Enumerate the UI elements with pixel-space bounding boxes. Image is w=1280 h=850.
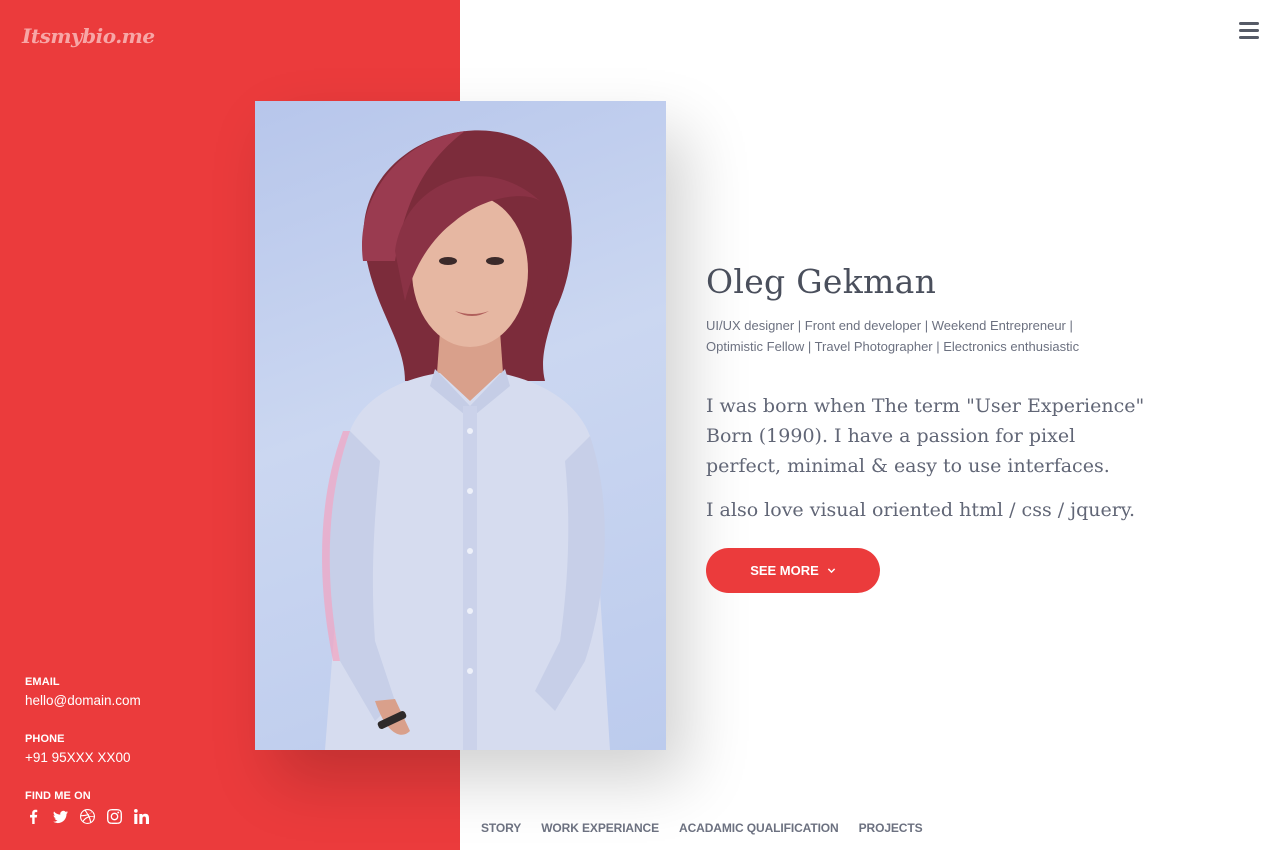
person-illustration (322, 130, 610, 750)
contact-phone: PHONE +91 95XXX XX00 (25, 733, 130, 765)
contact-social: FIND ME ON (25, 790, 149, 824)
contact-email: EMAIL hello@domain.com (25, 676, 141, 708)
profile-intro: I was born when The term "User Experienc… (706, 395, 1145, 477)
linkedin-icon[interactable] (133, 808, 149, 824)
twitter-icon[interactable] (52, 808, 68, 824)
phone-value[interactable]: +91 95XXX XX00 (25, 750, 130, 765)
section-nav: STORY WORK EXPERIANCE ACADAMIC QUALIFICA… (481, 821, 923, 835)
profile-intro-secondary: I also love visual oriented html / css /… (706, 499, 1136, 521)
email-value[interactable]: hello@domain.com (25, 693, 141, 708)
profile-name: Oleg Gekman (706, 262, 937, 301)
find-me-label: FIND ME ON (25, 790, 91, 802)
nav-item-work-experience[interactable]: WORK EXPERIANCE (541, 821, 659, 835)
email-label: EMAIL (25, 676, 60, 688)
see-more-button[interactable]: SEE MORE (706, 548, 880, 593)
profile-section: Oleg Gekman UI/UX designer | Front end d… (706, 262, 1156, 525)
profile-tagline: UI/UX designer | Front end developer | W… (706, 318, 1080, 354)
instagram-icon[interactable] (106, 808, 122, 824)
facebook-icon[interactable] (25, 808, 41, 824)
nav-item-academic-qualification[interactable]: ACADAMIC QUALIFICATION (679, 821, 839, 835)
chevron-down-icon (827, 568, 835, 574)
dribbble-icon[interactable] (79, 808, 95, 824)
hamburger-menu-icon[interactable] (1239, 22, 1259, 39)
nav-item-story[interactable]: STORY (481, 821, 521, 835)
profile-photo (255, 101, 666, 750)
see-more-label: SEE MORE (750, 563, 819, 578)
nav-item-projects[interactable]: PROJECTS (859, 821, 923, 835)
site-logo[interactable]: Itsmybio.me (22, 24, 155, 48)
social-links (25, 808, 149, 824)
phone-label: PHONE (25, 733, 65, 745)
